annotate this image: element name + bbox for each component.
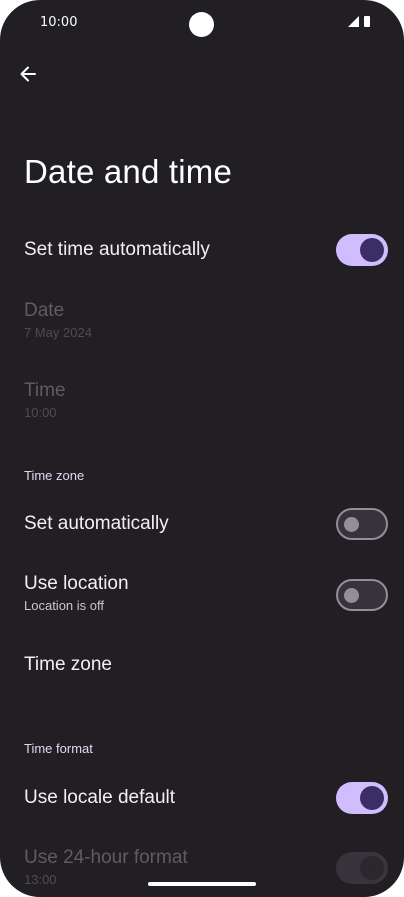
setting-date: Date 7 May 2024 <box>24 299 388 340</box>
setting-use-24-hour-format: Use 24-hour format 13:00 <box>24 846 388 887</box>
setting-use-location[interactable]: Use location Location is off <box>24 572 388 613</box>
setting-use-locale-default[interactable]: Use locale default <box>24 786 388 810</box>
switch-thumb <box>344 588 359 603</box>
use-locale-default-switch[interactable] <box>336 782 388 814</box>
setting-title: Set time automatically <box>24 239 210 260</box>
setting-title: Date <box>24 300 65 321</box>
switch-thumb <box>360 856 384 880</box>
arrow-left-icon <box>20 66 36 82</box>
setting-title: Use location <box>24 573 129 594</box>
page-title: Date and time <box>24 153 233 190</box>
switch-thumb <box>344 517 359 532</box>
status-bar: 10:00 <box>0 0 404 46</box>
back-button[interactable] <box>14 60 42 88</box>
setting-set-time-automatically[interactable]: Set time automatically <box>24 238 388 262</box>
setting-title: Time zone <box>24 654 112 675</box>
setting-time-zone[interactable]: Time zone <box>24 653 388 677</box>
battery-icon <box>364 16 370 27</box>
home-indicator[interactable] <box>148 882 256 886</box>
status-icons <box>348 16 370 27</box>
setting-summary: 10:00 <box>24 405 57 420</box>
camera-cutout <box>189 12 214 37</box>
setting-title: Set automatically <box>24 513 169 534</box>
setting-summary: Location is off <box>24 598 104 613</box>
switch-thumb <box>360 238 384 262</box>
section-header-time-zone: Time zone <box>24 468 85 483</box>
setting-title: Use 24-hour format <box>24 847 188 868</box>
section-header-time-format: Time format <box>24 741 93 756</box>
signal-icon <box>348 16 359 27</box>
setting-title: Use locale default <box>24 787 176 808</box>
set-automatically-switch[interactable] <box>336 508 388 540</box>
use-24-hour-format-switch <box>336 852 388 884</box>
setting-title: Time <box>24 380 66 401</box>
switch-thumb <box>360 786 384 810</box>
setting-set-automatically[interactable]: Set automatically <box>24 512 388 536</box>
setting-summary: 7 May 2024 <box>24 325 92 340</box>
setting-time: Time 10:00 <box>24 379 388 420</box>
use-location-switch[interactable] <box>336 579 388 611</box>
settings-screen: 10:00 Date and time Set time automatical… <box>0 0 404 897</box>
set-time-automatically-switch[interactable] <box>336 234 388 266</box>
status-time: 10:00 <box>40 15 78 30</box>
